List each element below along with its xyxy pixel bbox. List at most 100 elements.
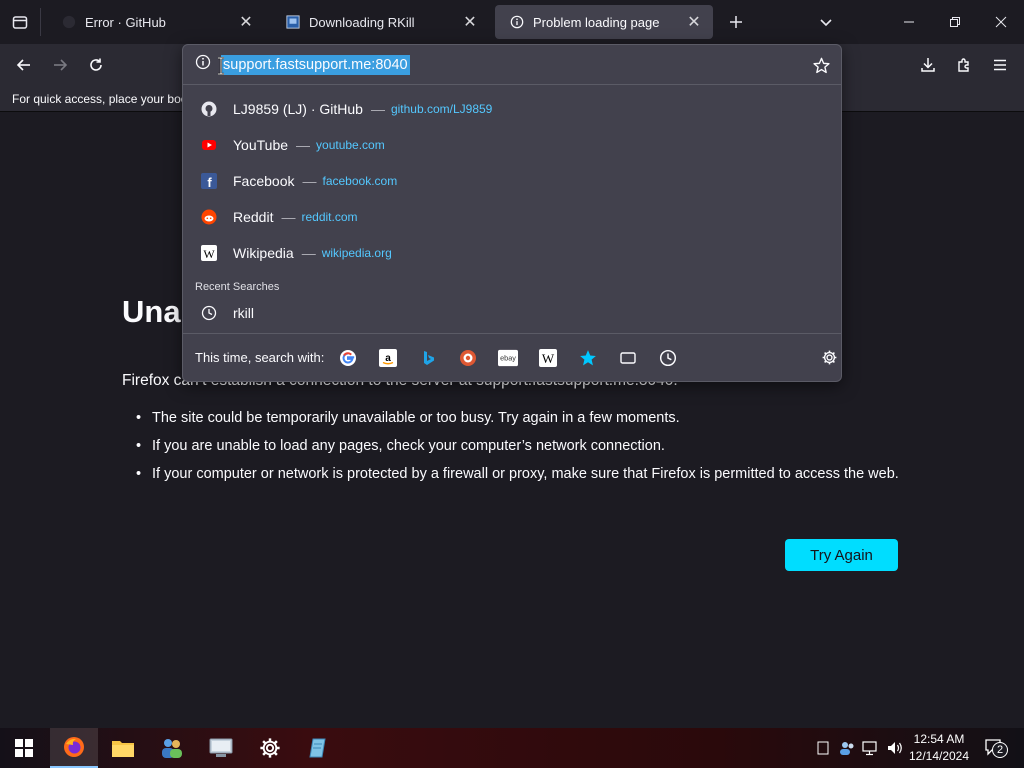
extensions-button[interactable] [950, 51, 978, 79]
recent-search-row[interactable]: rkill [183, 295, 841, 331]
close-tab-icon[interactable]: ✕ [461, 13, 479, 31]
suggestion-url: youtube.com [316, 138, 385, 152]
url-input[interactable]: support.fastsupport.me:8040 [221, 54, 410, 75]
site-info-icon[interactable] [195, 54, 211, 75]
svg-text:W: W [203, 247, 215, 261]
tab-title: Error · GitHub [85, 14, 166, 30]
amazon-icon[interactable]: a [378, 348, 398, 368]
error-suggestions-list: The site could be temporarily unavailabl… [122, 408, 902, 492]
square-icon [817, 741, 829, 755]
suggestion-title: Reddit [233, 209, 274, 225]
taskbar-notepad[interactable] [295, 728, 343, 768]
close-tab-icon[interactable]: ✕ [685, 13, 703, 31]
svg-text:a: a [386, 353, 392, 364]
suggestion-row[interactable]: f Facebook — facebook.com [183, 163, 841, 199]
plus-icon [730, 16, 742, 28]
restore-icon [950, 17, 960, 27]
suggestion-separator: — [370, 101, 385, 117]
suggestion-url: wikipedia.org [321, 246, 392, 260]
action-center-button[interactable]: 2 [978, 728, 1012, 768]
forward-arrow-icon [54, 59, 68, 71]
tab-github[interactable]: Error · GitHub ✕ [47, 5, 265, 39]
new-tab-button[interactable] [719, 5, 753, 39]
history-clock-icon [201, 305, 217, 321]
taskbar-settings[interactable] [246, 728, 294, 768]
one-off-search-label: This time, search with: [195, 350, 325, 365]
suggestion-row[interactable]: LJ9859 (LJ) · GitHub — github.com/LJ9859 [183, 91, 841, 127]
info-icon [509, 14, 525, 30]
start-button[interactable] [0, 728, 48, 768]
suggestion-title: Facebook [233, 173, 295, 189]
duckduckgo-icon[interactable] [458, 348, 478, 368]
suggestion-separator: — [296, 137, 311, 153]
tray-task-view[interactable] [812, 728, 834, 768]
firefox-view-icon [12, 16, 28, 29]
download-icon [921, 58, 935, 72]
windows-taskbar: 12:54 AM 12/14/2024 2 [0, 728, 1024, 768]
taskbar-firefox[interactable] [50, 728, 98, 768]
taskbar-file-explorer[interactable] [99, 728, 147, 768]
firefox-icon [64, 737, 84, 757]
restore-button[interactable] [932, 0, 978, 44]
history-icon[interactable] [658, 348, 678, 368]
github-icon [61, 14, 77, 30]
suggestion-separator: — [302, 173, 317, 189]
tab-problem-loading[interactable]: Problem loading page ✕ [495, 5, 713, 39]
firefox-view-button[interactable] [0, 0, 40, 44]
menu-button[interactable] [986, 51, 1014, 79]
taskbar-app-window[interactable] [197, 728, 245, 768]
error-suggestion: If your computer or network is protected… [122, 464, 902, 484]
suggestion-row[interactable]: W Wikipedia — wikipedia.org [183, 235, 841, 271]
suggestion-title: YouTube [233, 137, 289, 153]
network-icon[interactable] [860, 728, 882, 768]
svg-text:ebay: ebay [500, 353, 516, 362]
computer-icon [209, 738, 233, 757]
urlbar-dropdown: support.fastsupport.me:8040 LJ9859 (LJ) … [182, 44, 842, 382]
tabs-icon[interactable] [618, 348, 638, 368]
minimize-icon [904, 21, 914, 23]
tab-strip: Error · GitHub ✕ Downloading RKill ✕ Pro… [0, 0, 1024, 44]
svg-text:W: W [542, 351, 555, 366]
taskbar-people-app[interactable] [148, 728, 196, 768]
wikipedia-search-icon[interactable]: W [538, 348, 558, 368]
text-cursor-icon [217, 56, 225, 80]
hamburger-menu-icon [994, 59, 1006, 71]
system-clock[interactable]: 12:54 AM 12/14/2024 [904, 731, 974, 765]
bookmark-star-icon[interactable] [811, 55, 831, 75]
puzzle-icon [958, 58, 969, 72]
settings-gear-icon [260, 738, 280, 758]
tab-title: Downloading RKill [309, 14, 415, 30]
bing-icon[interactable] [418, 348, 438, 368]
reload-button[interactable] [82, 51, 110, 79]
recent-search-term: rkill [233, 305, 254, 321]
back-button[interactable] [10, 51, 38, 79]
search-settings-gear-icon[interactable] [819, 348, 839, 368]
one-off-search-bar: This time, search with: a ebay W [183, 333, 841, 381]
urlbar[interactable]: support.fastsupport.me:8040 [183, 45, 841, 85]
tray-people-icon[interactable] [836, 728, 858, 768]
close-icon [995, 16, 1007, 28]
close-window-button[interactable] [978, 0, 1024, 44]
back-arrow-icon [16, 59, 30, 71]
suggestion-row[interactable]: YouTube — youtube.com [183, 127, 841, 163]
suggestion-separator: — [301, 245, 316, 261]
suggestion-row[interactable]: Reddit — reddit.com [183, 199, 841, 235]
bookmarks-star-icon[interactable] [578, 348, 598, 368]
google-icon[interactable] [338, 348, 358, 368]
suggestion-title: Wikipedia [233, 245, 294, 261]
ebay-icon[interactable]: ebay [498, 348, 519, 368]
tab-downloading-rkill[interactable]: Downloading RKill ✕ [271, 5, 489, 39]
forward-button[interactable] [46, 51, 74, 79]
list-all-tabs-button[interactable] [814, 10, 838, 34]
notepad-icon [309, 738, 326, 758]
tab-title: Problem loading page [533, 14, 660, 30]
github-icon [201, 101, 217, 117]
youtube-icon [201, 137, 217, 153]
minimize-button[interactable] [886, 0, 932, 44]
close-tab-icon[interactable]: ✕ [237, 13, 255, 31]
suggestion-url: facebook.com [322, 174, 398, 188]
try-again-button[interactable]: Try Again [785, 539, 898, 571]
recent-searches-heading: Recent Searches [195, 281, 280, 293]
volume-icon[interactable] [884, 728, 906, 768]
downloads-button[interactable] [914, 51, 942, 79]
